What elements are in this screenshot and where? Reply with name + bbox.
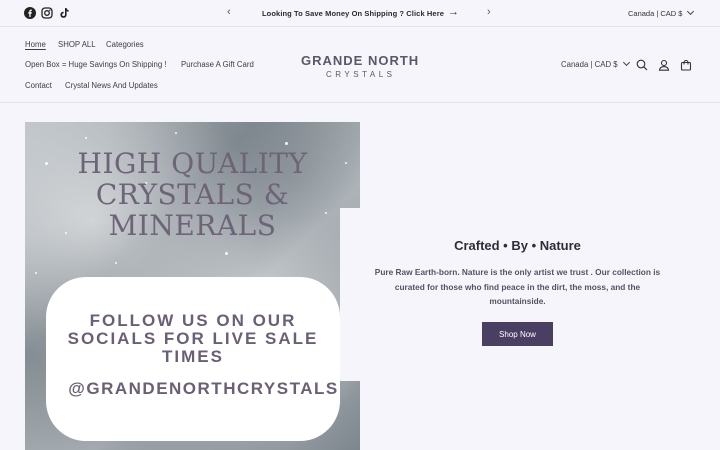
hero-image-title: HIGH QUALITY CRYSTALS & MINERALS: [77, 147, 308, 242]
tiktok-icon[interactable]: [58, 7, 70, 19]
logo-main-text: GRANDE NORTH: [301, 53, 420, 68]
country-label: Canada | CAD $: [628, 9, 683, 18]
site-header: Home SHOP ALL Categories Open Box = Huge…: [0, 27, 720, 103]
nav-gift-card[interactable]: Purchase A Gift Card: [181, 60, 254, 69]
arrow-right-icon: →: [448, 6, 459, 18]
announcement-prev-button[interactable]: ‹: [227, 6, 231, 18]
instagram-icon[interactable]: [41, 7, 53, 19]
announcement-bar: ‹ Looking To Save Money On Shipping ? Cl…: [0, 0, 720, 27]
nav-open-box[interactable]: Open Box = Huge Savings On Shipping !: [25, 60, 167, 69]
chevron-down-icon: [622, 58, 630, 67]
shop-now-button[interactable]: Shop Now: [482, 322, 553, 346]
chevron-down-icon: [687, 7, 695, 16]
country-selector-top[interactable]: Canada | CAD $: [628, 7, 695, 18]
nav-home[interactable]: Home: [25, 40, 46, 49]
image-notch: [340, 208, 360, 381]
announcement-next-button[interactable]: ›: [487, 6, 491, 18]
hero-image: HIGH QUALITY CRYSTALS & MINERALS FOLLOW …: [25, 122, 360, 450]
nav-contact[interactable]: Contact: [25, 81, 52, 90]
nav-categories[interactable]: Categories: [106, 40, 144, 49]
country-label: Canada | CAD $: [561, 60, 618, 69]
nav-shop-all[interactable]: SHOP ALL: [58, 40, 96, 49]
follow-text: FOLLOW US ON OUR SOCIALS FOR LIVE SALE T…: [67, 311, 319, 366]
country-selector-header[interactable]: Canada | CAD $: [561, 58, 630, 69]
logo-sub-text: CRYSTALS: [326, 70, 396, 79]
hero-description: Pure Raw Earth-born. Nature is the only …: [374, 267, 661, 306]
social-handle: @GRANDENORTHCRYSTALS: [68, 379, 339, 398]
announcement-link[interactable]: Looking To Save Money On Shipping ? Clic…: [262, 9, 444, 18]
hero-tagline: Crafted • By • Nature: [454, 238, 581, 253]
facebook-icon[interactable]: [24, 7, 36, 19]
cart-icon[interactable]: [680, 58, 692, 71]
nav-crystal-news[interactable]: Crystal News And Updates: [65, 81, 158, 90]
social-callout-card: FOLLOW US ON OUR SOCIALS FOR LIVE SALE T…: [46, 277, 340, 441]
search-icon[interactable]: [636, 58, 648, 71]
account-icon[interactable]: [658, 58, 670, 71]
